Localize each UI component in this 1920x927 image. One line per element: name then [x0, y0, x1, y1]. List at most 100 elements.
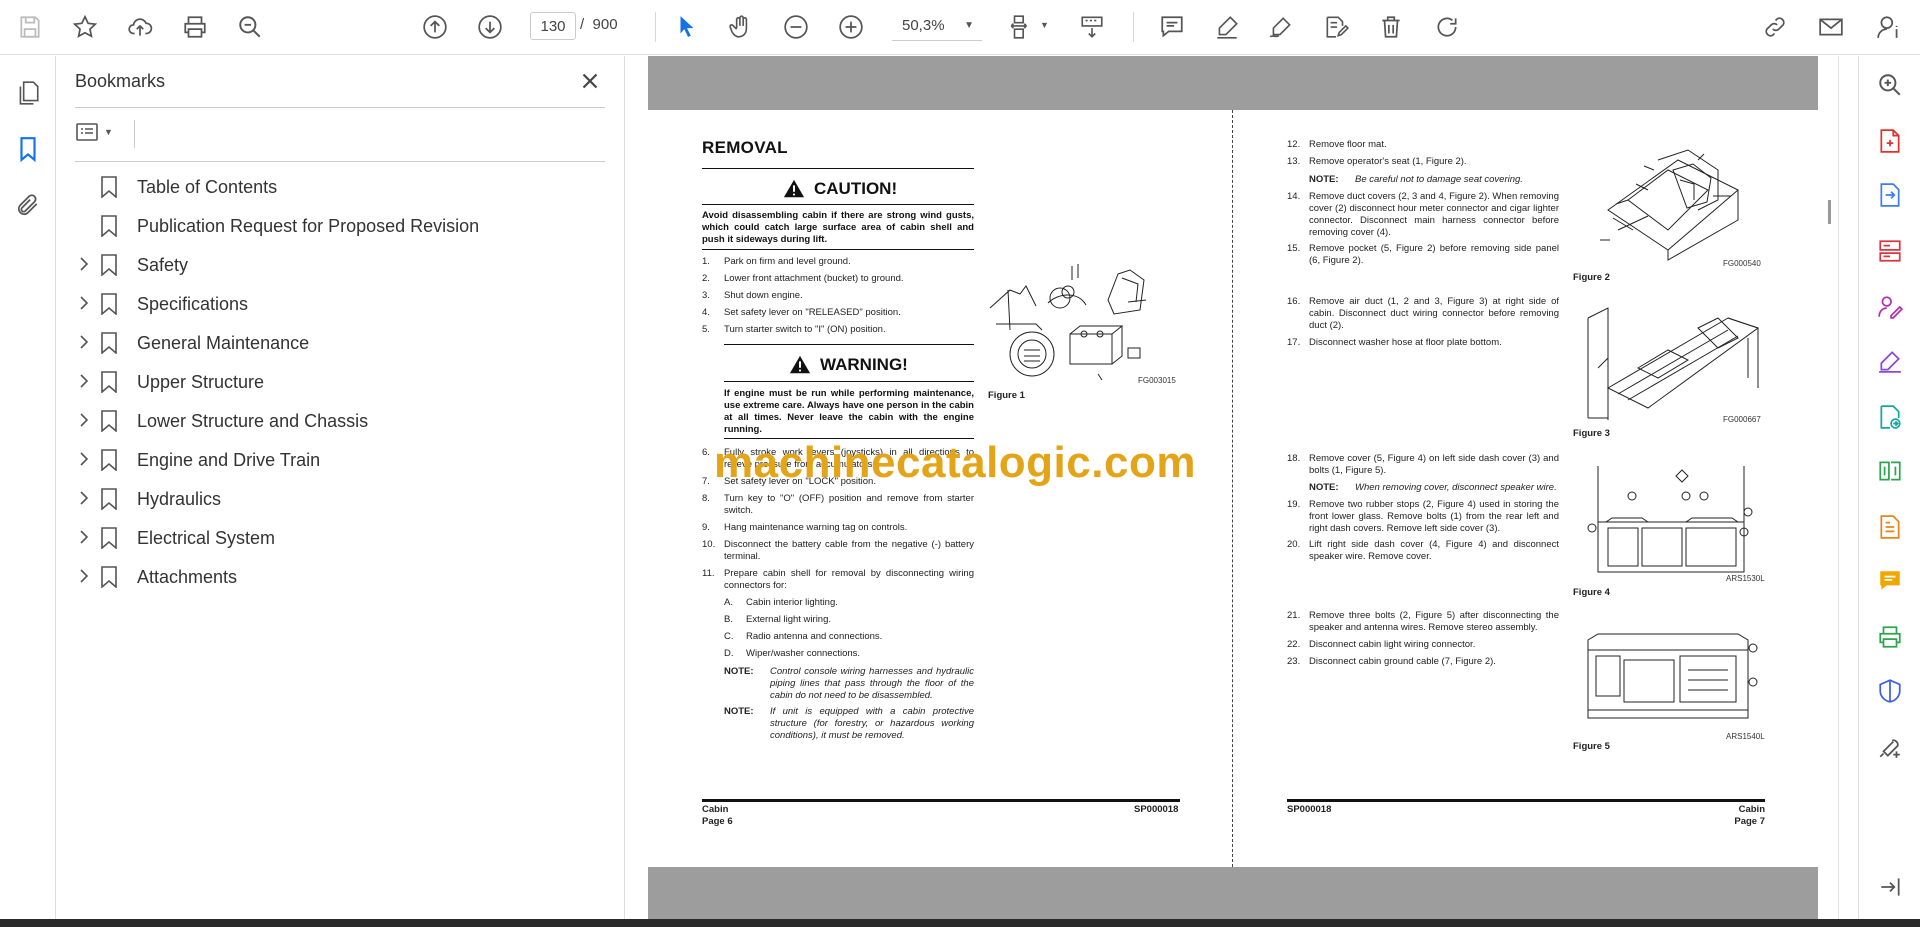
bookmark-label: Safety: [137, 254, 189, 275]
compare-files-icon[interactable]: [1875, 456, 1905, 486]
chevron-right-icon[interactable]: [70, 334, 98, 352]
upload-cloud-icon[interactable]: [121, 8, 159, 46]
list-options-icon: [76, 123, 98, 141]
chevron-right-icon[interactable]: [70, 256, 98, 274]
scrollbar-thumb[interactable]: [1828, 200, 1831, 224]
organize-pages-icon[interactable]: [1875, 236, 1905, 266]
bookmark-item[interactable]: Electrical System: [57, 520, 617, 556]
step-text: Turn key to "O" (OFF) position and remov…: [724, 493, 974, 516]
step-number: 18.: [1287, 453, 1301, 464]
step-text: Prepare cabin shell for removal by disco…: [724, 568, 974, 591]
step-number: 3.: [702, 290, 710, 301]
more-tools-icon[interactable]: [1875, 732, 1905, 762]
bookmark-item[interactable]: Specifications: [57, 286, 617, 322]
expand-panel-icon[interactable]: [1875, 872, 1905, 902]
bookmark-item[interactable]: Hydraulics: [57, 481, 617, 517]
star-icon[interactable]: [66, 8, 104, 46]
zoom-out-icon[interactable]: [777, 8, 815, 46]
note-text: If unit is equipped with a cabin protect…: [770, 706, 974, 741]
procedure-step: 4. Set safety lever on "RELEASED" positio…: [702, 307, 974, 319]
bookmark-item[interactable]: General Maintenance: [57, 325, 617, 361]
save-icon[interactable]: [11, 8, 49, 46]
bookmark-item[interactable]: Upper Structure: [57, 364, 617, 400]
fill-sign-icon[interactable]: [1875, 346, 1905, 376]
bookmark-item[interactable]: Attachments: [57, 559, 617, 595]
account-icon[interactable]: [1870, 8, 1908, 46]
step-number: 8.: [702, 493, 710, 504]
procedure-step: 13. Remove operator's seat (1, Figure 2).: [1287, 156, 1559, 168]
search-zoom-icon[interactable]: [1875, 70, 1905, 100]
share-link-icon[interactable]: [1756, 8, 1794, 46]
zoom-search-icon[interactable]: [231, 8, 269, 46]
bookmark-options-button[interactable]: ▼: [75, 118, 121, 146]
procedure-step: 2. Lower front attachment (bucket) to gro…: [702, 273, 974, 285]
bookmark-item[interactable]: Table of Contents: [57, 169, 617, 205]
email-icon[interactable]: [1812, 8, 1850, 46]
chevron-right-icon[interactable]: [70, 529, 98, 547]
scan-ocr-icon[interactable]: [1875, 512, 1905, 542]
hand-tool-icon[interactable]: [722, 8, 760, 46]
previous-page-icon[interactable]: [416, 8, 454, 46]
request-signature-icon[interactable]: [1875, 292, 1905, 322]
page-thumbnails-icon[interactable]: [12, 77, 44, 109]
edit-text-icon[interactable]: [1317, 8, 1355, 46]
delete-icon[interactable]: [1372, 8, 1410, 46]
procedure-substep: A. Cabin interior lighting.: [724, 597, 974, 609]
bookmark-icon[interactable]: [12, 133, 44, 165]
comment-icon[interactable]: [1153, 8, 1191, 46]
step-text: Remove three bolts (2, Figure 5) after d…: [1309, 610, 1559, 633]
create-pdf-icon[interactable]: [1875, 126, 1905, 156]
print-icon[interactable]: [176, 8, 214, 46]
bookmark-flag-icon: [100, 254, 118, 277]
procedure-step: 22. Disconnect cabin light wiring connect…: [1287, 639, 1559, 651]
chevron-right-icon[interactable]: [70, 373, 98, 391]
warning-title: WARNING!: [820, 355, 908, 374]
scroll-mode-icon[interactable]: [1073, 8, 1111, 46]
send-for-review-icon[interactable]: [1875, 402, 1905, 432]
watermark-text: machinecatalogic.com: [714, 438, 1196, 487]
vertical-scrollbar[interactable]: [1838, 56, 1849, 919]
chevron-right-icon[interactable]: [70, 295, 98, 313]
note-label: NOTE:: [1309, 174, 1339, 185]
note: NOTE: When removing cover, disconnect spe…: [1309, 482, 1559, 494]
figure-4-code: ARS1530L: [1726, 574, 1765, 583]
chevron-down-icon[interactable]: ▼: [1040, 20, 1049, 30]
page-total: / 900: [580, 16, 618, 33]
page-number-input[interactable]: 130: [530, 12, 576, 40]
step-text: Disconnect cabin ground cable (7, Figure…: [1309, 656, 1496, 667]
bookmark-item[interactable]: Publication Request for Proposed Revisio…: [57, 208, 617, 244]
page-fit-icon[interactable]: [1002, 8, 1040, 46]
footer-page-number: Page 6: [702, 816, 733, 827]
close-icon[interactable]: [577, 68, 603, 94]
zoom-level-select[interactable]: 50,3% ▼: [892, 12, 982, 41]
bookmark-item[interactable]: Lower Structure and Chassis: [57, 403, 617, 439]
footer-doc-code: SP000018: [1287, 804, 1332, 815]
chevron-right-icon[interactable]: [70, 568, 98, 586]
chevron-right-icon[interactable]: [70, 451, 98, 469]
step-number: 21.: [1287, 610, 1301, 621]
comment-tool-icon[interactable]: [1875, 566, 1905, 596]
protect-shield-icon[interactable]: [1875, 676, 1905, 706]
highlighter-icon[interactable]: [1208, 8, 1246, 46]
chevron-right-icon[interactable]: [70, 412, 98, 430]
attachment-icon[interactable]: [12, 189, 44, 221]
chevron-right-icon[interactable]: [70, 490, 98, 508]
step-text: Remove duct covers (2, 3 and 4, Figure 2…: [1309, 191, 1559, 238]
next-page-icon[interactable]: [471, 8, 509, 46]
bookmark-flag-icon: [100, 332, 118, 355]
bookmark-item[interactable]: Safety: [57, 247, 617, 283]
draw-pen-icon[interactable]: [1262, 8, 1300, 46]
zoom-in-icon[interactable]: [832, 8, 870, 46]
rotate-icon[interactable]: [1428, 8, 1466, 46]
step-number: 22.: [1287, 639, 1301, 650]
chevron-down-icon: ▼: [104, 127, 113, 137]
step-text: Disconnect cabin light wiring connector.: [1309, 639, 1476, 650]
step-number: D.: [724, 648, 734, 659]
export-pdf-icon[interactable]: [1875, 180, 1905, 210]
footer-doc-code: SP000018: [1134, 804, 1179, 815]
select-cursor-icon[interactable]: [668, 8, 706, 46]
bookmark-item[interactable]: Engine and Drive Train: [57, 442, 617, 478]
step-text: Lift right side dash cover (4, Figure 4)…: [1309, 539, 1559, 562]
bookmark-label: Specifications: [137, 293, 249, 314]
print-production-icon[interactable]: [1875, 622, 1905, 652]
